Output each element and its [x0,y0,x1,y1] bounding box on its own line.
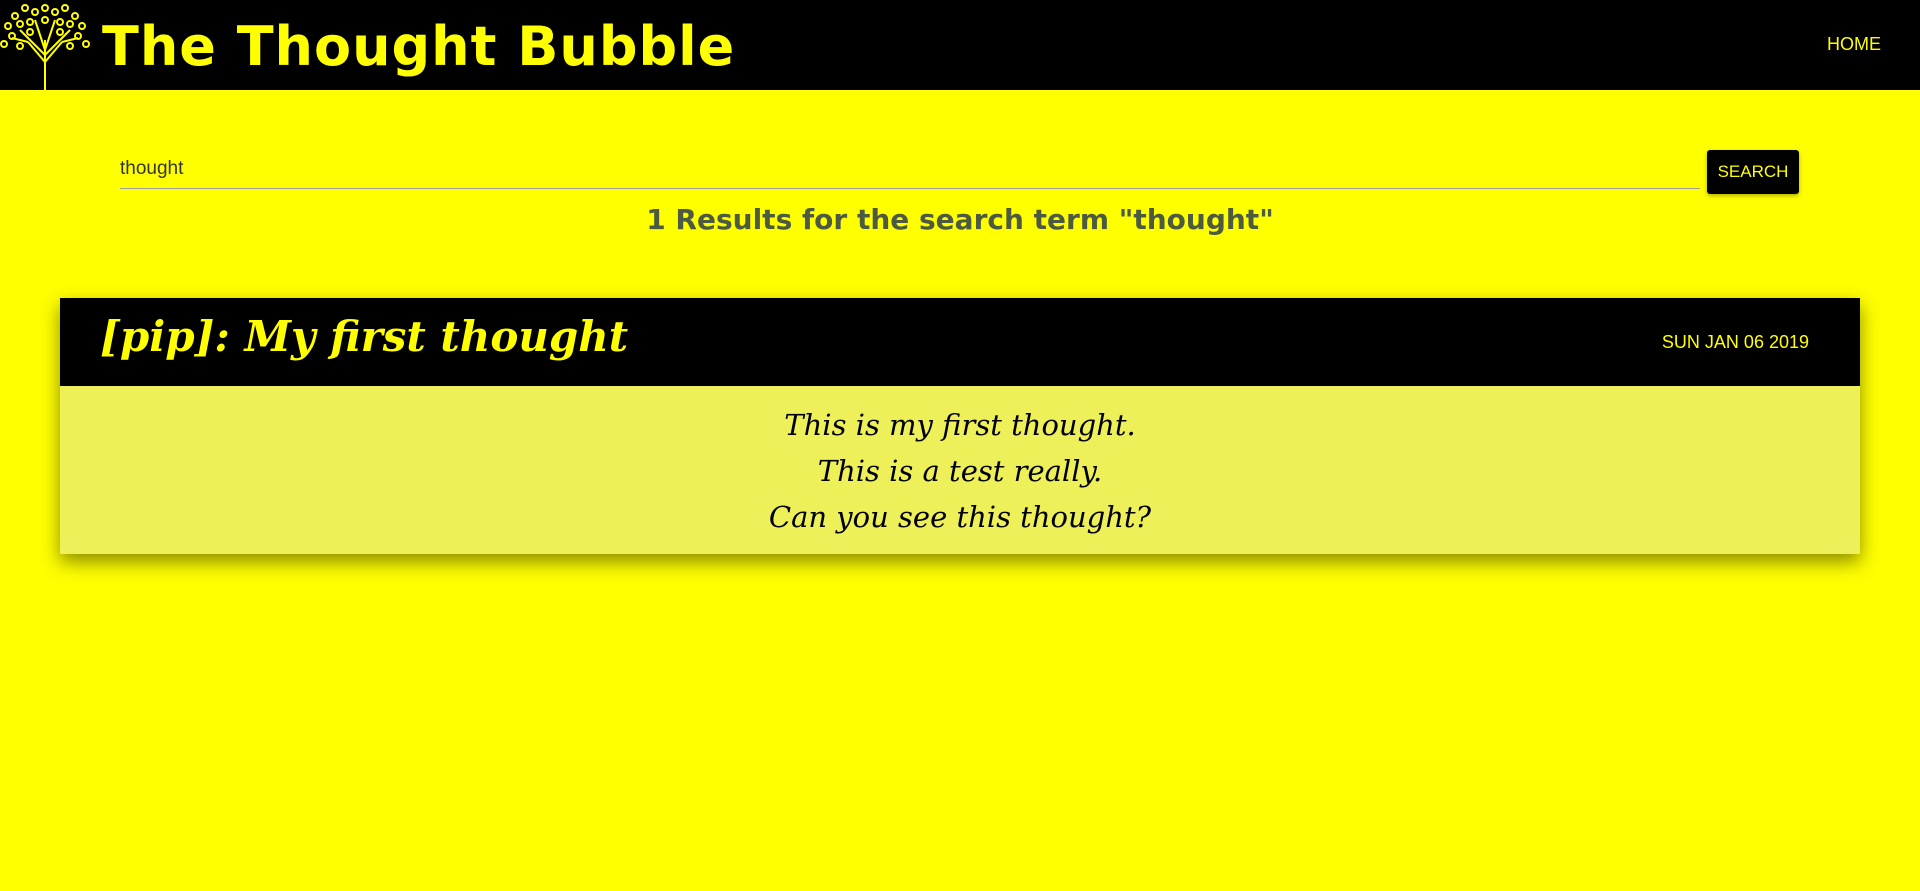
tree-logo-icon[interactable] [0,0,90,90]
thought-body-line: This is a test really. [817,454,1103,488]
search-form: SEARCH [120,150,1800,200]
thought-body-line: This is my first thought. [784,408,1136,442]
thought-body-line: Can you see this thought? [768,500,1152,534]
top-navbar: The Thought Bubble HOME [0,0,1920,90]
site-title[interactable]: The Thought Bubble [102,20,735,74]
search-button[interactable]: SEARCH [1707,150,1799,194]
results-heading: 1 Results for the search term "thought" [646,203,1274,236]
thought-card: [pip]: My first thought SUN JAN 06 2019 … [60,298,1860,554]
thought-title: [pip]: My first thought [100,312,629,361]
thought-card-body: This is my first thought. This is a test… [60,386,1860,554]
thought-card-header: [pip]: My first thought SUN JAN 06 2019 [60,298,1860,386]
search-input[interactable] [120,150,1700,189]
thought-date: SUN JAN 06 2019 [1661,332,1809,352]
nav-home-link[interactable]: HOME [1827,34,1881,55]
